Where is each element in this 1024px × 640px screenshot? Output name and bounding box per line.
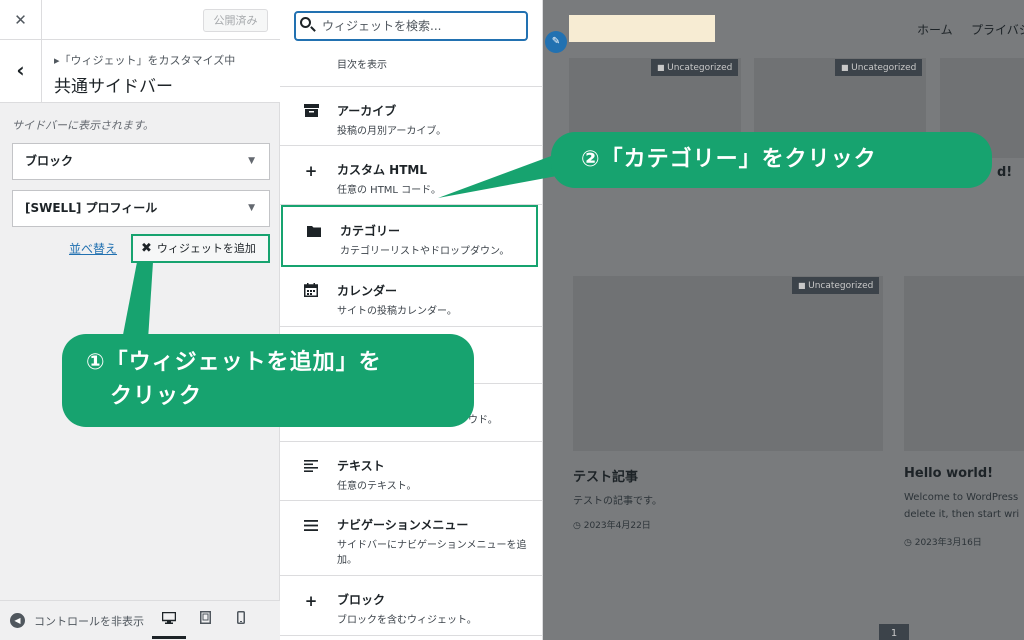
instruction-callout-2: ②「カテゴリー」をクリック xyxy=(551,132,992,188)
callout1-line2: クリック xyxy=(110,384,203,409)
instruction-callout-1: ①「ウィジェットを追加」を クリック xyxy=(62,334,474,427)
callout1-line1: ①「ウィジェットを追加」を xyxy=(86,350,382,375)
callout-pointers xyxy=(122,152,600,340)
callout1-pointer xyxy=(122,262,153,340)
